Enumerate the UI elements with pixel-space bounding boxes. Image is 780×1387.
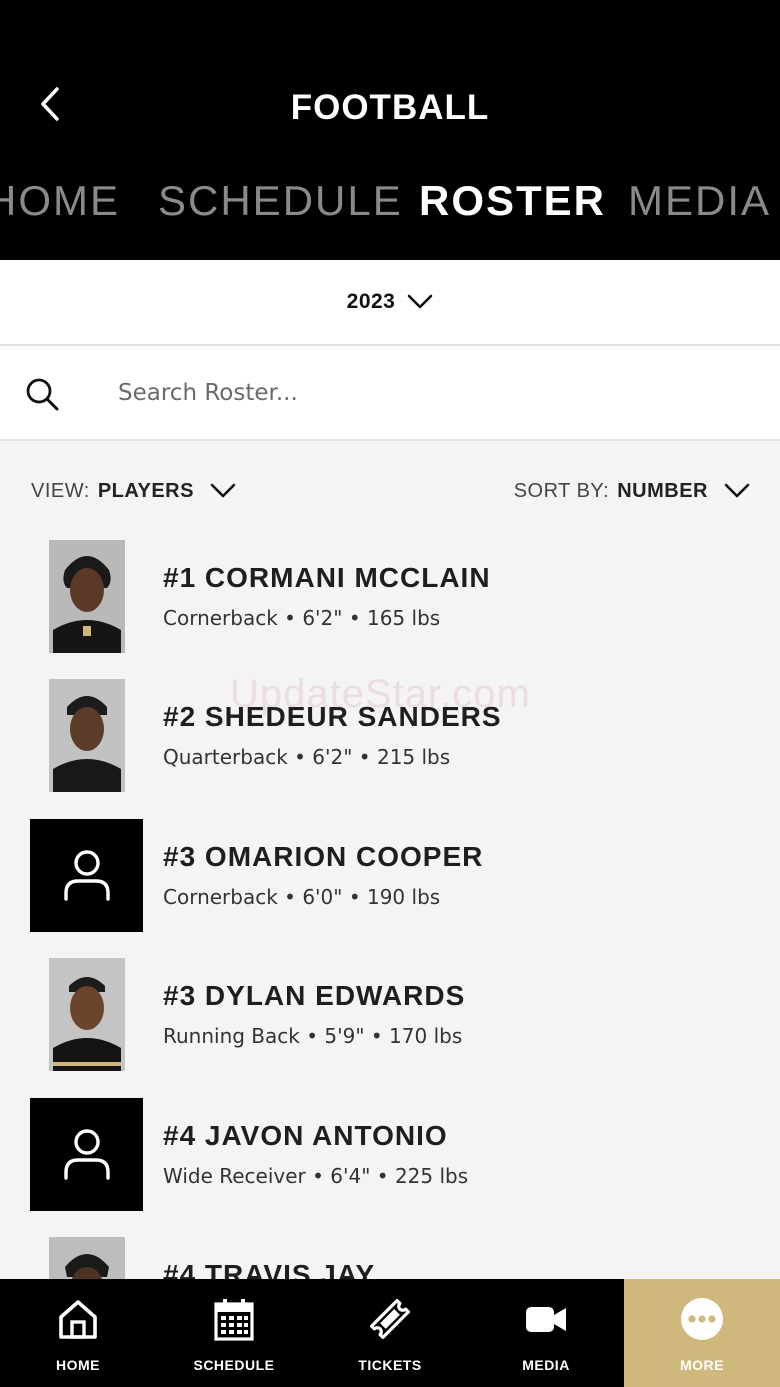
search-input[interactable] — [118, 370, 718, 416]
list-item[interactable]: #4 JAVON ANTONIO Wide Receiver • 6'4" • … — [0, 1088, 780, 1211]
bottom-nav: HOME SCHEDULE TICKETS MEDIA MORE — [0, 1279, 780, 1387]
list-item[interactable]: #3 OMARION COOPER Cornerback • 6'0" • 19… — [0, 809, 780, 932]
player-photo — [49, 958, 125, 1071]
chevron-down-icon — [210, 483, 236, 498]
player-photo — [49, 540, 125, 653]
chevron-down-icon — [408, 294, 433, 309]
nav-home-label: HOME — [56, 1357, 100, 1373]
player-details: Cornerback • 6'2" • 165 lbs — [163, 606, 441, 630]
section-tabs: HOME SCHEDULE ROSTER MEDIA — [0, 176, 780, 226]
filter-row: VIEW: PLAYERS SORT BY: NUMBER — [0, 470, 780, 512]
player-name: #2 SHEDEUR SANDERS — [163, 701, 502, 732]
nav-schedule[interactable]: SCHEDULE — [156, 1279, 312, 1387]
player-photo — [49, 1237, 125, 1279]
player-photo-placeholder — [30, 819, 143, 932]
tab-media[interactable]: MEDIA — [628, 176, 771, 226]
nav-home[interactable]: HOME — [0, 1279, 156, 1387]
home-icon — [59, 1300, 97, 1339]
more-icon — [681, 1298, 723, 1340]
view-value: PLAYERS — [97, 479, 194, 502]
player-details: Cornerback • 6'0" • 190 lbs — [163, 885, 441, 909]
sort-label: SORT BY: — [513, 479, 610, 502]
nav-media[interactable]: MEDIA — [468, 1279, 624, 1387]
player-name: #3 OMARION COOPER — [163, 841, 484, 872]
nav-tickets[interactable]: TICKETS — [312, 1279, 468, 1387]
player-details: Running Back • 5'9" • 170 lbs — [163, 1024, 463, 1048]
list-item[interactable]: #4 TRAVIS JAY — [0, 1227, 780, 1279]
sort-value: NUMBER — [617, 479, 708, 502]
player-name: #3 DYLAN EDWARDS — [163, 980, 466, 1011]
list-item[interactable]: #3 DYLAN EDWARDS Running Back • 5'9" • 1… — [0, 948, 780, 1071]
chevron-down-icon — [724, 483, 750, 498]
player-name: #4 TRAVIS JAY — [163, 1259, 376, 1279]
nav-more-label: MORE — [680, 1357, 724, 1373]
nav-more[interactable]: MORE — [624, 1279, 780, 1387]
nav-schedule-label: SCHEDULE — [193, 1357, 275, 1373]
calendar-icon — [214, 1299, 254, 1341]
search-icon[interactable] — [24, 376, 60, 412]
player-photo-placeholder — [30, 1098, 143, 1211]
app-header: FOOTBALL HOME SCHEDULE ROSTER MEDIA — [0, 0, 780, 260]
person-icon — [63, 1128, 110, 1180]
nav-media-label: MEDIA — [522, 1357, 570, 1373]
ticket-icon — [370, 1299, 410, 1339]
player-name: #4 JAVON ANTONIO — [163, 1120, 448, 1151]
tab-schedule[interactable]: SCHEDULE — [158, 176, 403, 226]
video-camera-icon — [526, 1307, 566, 1332]
roster-list: #1 CORMANI MCCLAIN Cornerback • 6'2" • 1… — [0, 530, 780, 1279]
player-details: Quarterback • 6'2" • 215 lbs — [163, 745, 451, 769]
page-title: FOOTBALL — [290, 88, 490, 127]
season-selector[interactable]: 2023 — [0, 260, 780, 346]
list-item[interactable]: #1 CORMANI MCCLAIN Cornerback • 6'2" • 1… — [0, 530, 780, 653]
season-value: 2023 — [346, 290, 396, 313]
nav-tickets-label: TICKETS — [358, 1357, 422, 1373]
view-filter[interactable]: VIEW: PLAYERS — [31, 470, 236, 512]
player-photo — [49, 679, 125, 792]
person-icon — [63, 849, 110, 901]
sort-filter[interactable]: SORT BY: NUMBER — [514, 470, 750, 512]
player-name: #1 CORMANI MCCLAIN — [163, 562, 491, 593]
tab-home[interactable]: HOME — [0, 176, 120, 226]
player-details: Wide Receiver • 6'4" • 225 lbs — [163, 1164, 469, 1188]
tab-roster[interactable]: ROSTER — [419, 176, 606, 226]
view-label: VIEW: — [31, 479, 90, 502]
search-bar — [0, 346, 780, 441]
list-item[interactable]: #2 SHEDEUR SANDERS Quarterback • 6'2" • … — [0, 669, 780, 792]
